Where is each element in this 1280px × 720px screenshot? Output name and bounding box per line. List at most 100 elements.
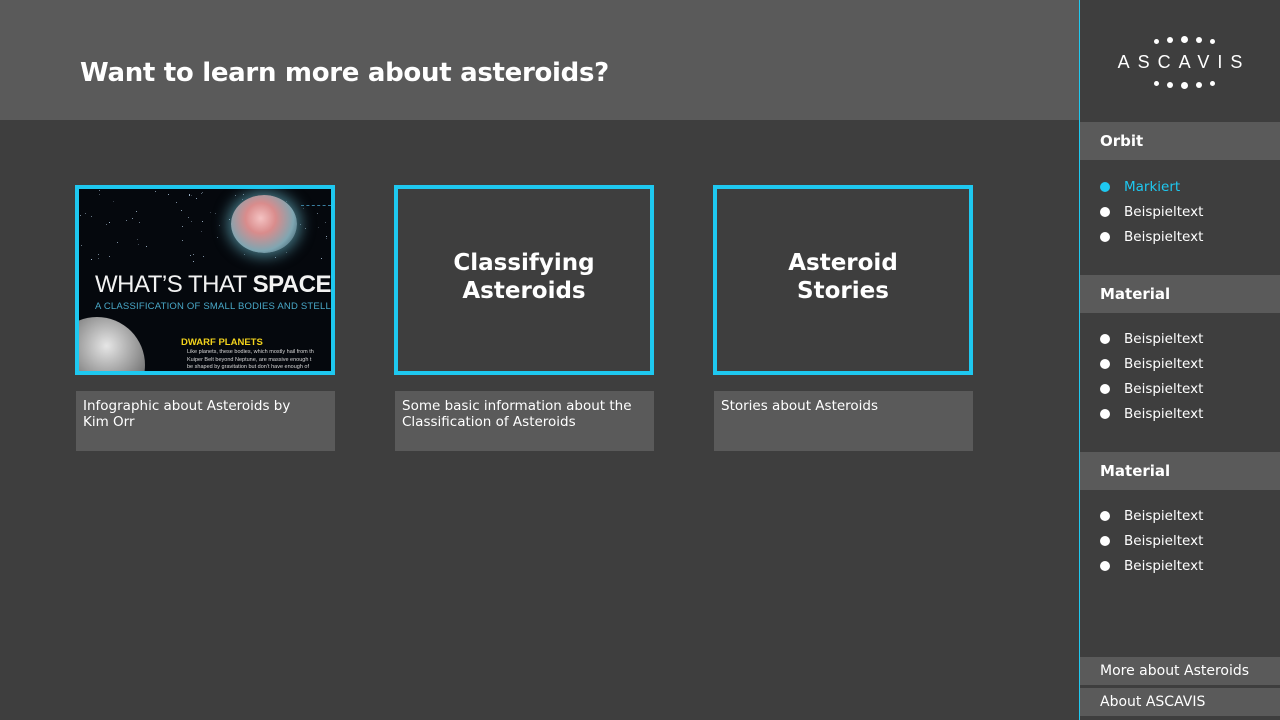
nav-item-label: Beispieltext	[1124, 381, 1204, 397]
star	[300, 224, 301, 225]
about-ascavis-link[interactable]: About ASCAVIS	[1080, 688, 1280, 716]
star	[215, 213, 216, 214]
star	[99, 190, 100, 191]
bullet-icon	[1100, 334, 1110, 344]
bullet-icon	[1100, 359, 1110, 369]
card-title: Asteroid Stories	[788, 250, 898, 304]
nav-item-label: Beispieltext	[1124, 331, 1204, 347]
nav-item-label: Beispieltext	[1124, 533, 1204, 549]
infographic-caption: Infographic about Asteroids by Kim Orr	[76, 391, 335, 451]
star	[181, 210, 182, 211]
infographic-section-title: DWARF PLANETS	[181, 337, 263, 348]
star	[203, 256, 204, 257]
bullet-icon	[1100, 511, 1110, 521]
page-header: Want to learn more about asteroids?	[0, 0, 1080, 120]
star	[286, 252, 287, 253]
star	[210, 212, 211, 213]
star	[91, 216, 92, 217]
star	[202, 221, 203, 222]
star	[137, 239, 138, 240]
logo-dot	[1210, 81, 1215, 86]
logo-dot	[1167, 37, 1173, 43]
star	[193, 261, 194, 262]
star	[305, 228, 306, 229]
logo-dot	[1154, 39, 1159, 44]
star	[217, 237, 218, 238]
asteroid-stories-card[interactable]: Asteroid Stories	[713, 185, 973, 375]
active-bullet-icon	[1100, 182, 1110, 192]
nav-item-label: Beispieltext	[1124, 558, 1204, 574]
star	[191, 195, 192, 196]
star	[191, 221, 192, 222]
star	[80, 215, 81, 216]
infographic-headline-bold: SPACE RO	[252, 271, 331, 298]
logo-dot	[1196, 37, 1202, 43]
star	[188, 217, 189, 218]
logo-dot	[1154, 81, 1159, 86]
bullet-icon	[1100, 207, 1110, 217]
star	[182, 240, 183, 241]
star	[326, 238, 327, 239]
star	[117, 242, 118, 243]
section-header-material: Material	[1080, 275, 1280, 313]
nav-item-label: Beispieltext	[1124, 406, 1204, 422]
star	[229, 219, 230, 220]
ascavis-logo[interactable]: ASCAVIS	[1080, 0, 1280, 100]
star	[243, 194, 244, 195]
logo-text: ASCAVIS	[1117, 52, 1251, 72]
star	[303, 208, 304, 209]
star	[202, 192, 203, 193]
bullet-icon	[1100, 384, 1110, 394]
nav-item-label: Beispieltext	[1124, 508, 1204, 524]
star	[189, 194, 190, 195]
star	[182, 226, 183, 227]
star	[106, 224, 107, 225]
nav-item-label: Beispieltext	[1124, 229, 1204, 245]
nav-item-label: Beispieltext	[1124, 204, 1204, 220]
star	[235, 195, 236, 196]
sidebar: ASCAVIS Orbit Markiert Beispieltext Beis…	[1079, 0, 1280, 720]
star	[132, 218, 133, 219]
star	[176, 202, 177, 203]
star	[138, 244, 139, 245]
star	[242, 199, 243, 200]
logo-dot	[1196, 82, 1202, 88]
infographic-thumbnail: WHAT’S THAT SPACE RO A CLASSIFICATION OF…	[79, 189, 331, 371]
star	[326, 236, 327, 237]
star	[196, 198, 197, 199]
star	[98, 258, 99, 259]
star	[317, 213, 318, 214]
infographic-card[interactable]: WHAT’S THAT SPACE RO A CLASSIFICATION OF…	[75, 185, 335, 375]
section-header-material-2: Material	[1080, 452, 1280, 490]
asteroid-stories-caption: Stories about Asteroids	[714, 391, 973, 451]
logo-dot	[1181, 36, 1188, 43]
section-header-orbit: Orbit	[1080, 122, 1280, 160]
star	[244, 254, 245, 255]
bullet-icon	[1100, 409, 1110, 419]
dwarf-planet-illustration	[79, 317, 145, 371]
page-title: Want to learn more about asteroids?	[80, 58, 609, 88]
classifying-asteroids-card[interactable]: Classifying Asteroids	[394, 185, 654, 375]
star	[91, 259, 92, 260]
logo-dot	[1181, 82, 1188, 89]
bullet-icon	[1100, 561, 1110, 571]
star	[168, 194, 169, 195]
star	[113, 201, 114, 202]
star	[109, 222, 110, 223]
star	[85, 213, 86, 214]
infographic-headline: WHAT’S THAT SPACE RO	[95, 271, 331, 299]
infographic-subtitle: A CLASSIFICATION OF SMALL BODIES AND STE…	[95, 301, 331, 312]
star	[190, 255, 191, 256]
star	[146, 246, 147, 247]
star	[219, 225, 220, 226]
app-root: Want to learn more about asteroids? WHAT…	[0, 0, 1280, 720]
logo-dot	[1167, 82, 1173, 88]
logo-dot	[1210, 39, 1215, 44]
star	[201, 193, 202, 194]
bullet-icon	[1100, 536, 1110, 546]
star	[155, 191, 156, 192]
star	[98, 254, 99, 255]
star	[81, 245, 82, 246]
more-about-asteroids-link[interactable]: More about Asteroids	[1080, 657, 1280, 685]
orbit-dash	[301, 205, 331, 206]
